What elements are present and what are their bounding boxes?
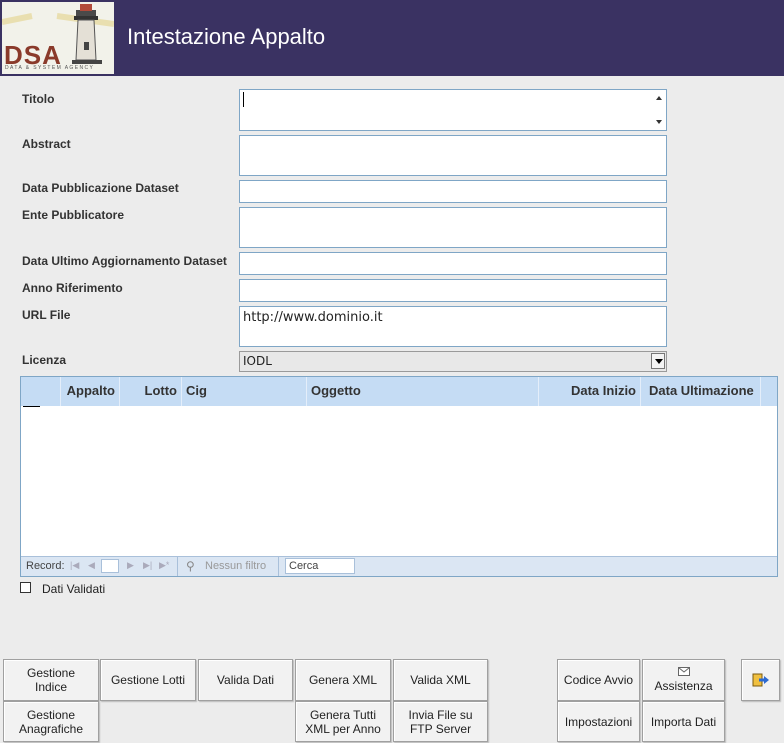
anno-riferimento-label: Anno Riferimento xyxy=(22,281,123,295)
scroll-up-icon[interactable] xyxy=(656,96,662,100)
data-aggiornamento-label: Data Ultimo Aggiornamento Dataset xyxy=(22,254,227,268)
invia-file-ftp-button[interactable]: Invia File su FTP Server xyxy=(393,701,488,742)
envelope-icon xyxy=(677,667,690,676)
nav-divider xyxy=(177,557,178,576)
valida-dati-button[interactable]: Valida Dati xyxy=(198,659,293,701)
importa-dati-button[interactable]: Importa Dati xyxy=(642,701,725,742)
filter-status[interactable]: Nessun filtro xyxy=(205,560,266,572)
titolo-label: Titolo xyxy=(22,92,55,106)
appalti-grid[interactable]: Appalto Lotto Cig Oggetto Data Inizio Da… xyxy=(20,376,778,577)
codice-avvio-button[interactable]: Codice Avvio xyxy=(557,659,640,701)
filter-icon[interactable]: ⚲ xyxy=(186,559,195,573)
licenza-select[interactable]: IODL xyxy=(239,351,667,372)
header-bar: DSA DATA & SYSTEM AGENCY Intestazione Ap… xyxy=(0,0,784,76)
dsa-logo: DSA DATA & SYSTEM AGENCY xyxy=(2,2,114,74)
record-number-input[interactable] xyxy=(101,559,119,573)
assistenza-button[interactable]: Assistenza xyxy=(642,659,725,701)
data-aggiornamento-field[interactable] xyxy=(239,252,667,275)
col-lotto[interactable]: Lotto xyxy=(120,377,182,406)
gestione-indice-button[interactable]: Gestione Indice xyxy=(3,659,99,701)
anno-riferimento-field[interactable] xyxy=(239,279,667,302)
licenza-label: Licenza xyxy=(22,353,67,367)
abstract-label: Abstract xyxy=(22,137,71,151)
url-file-label: URL File xyxy=(22,308,71,322)
assistenza-label: Assistenza xyxy=(654,679,713,693)
new-record-icon[interactable]: ▶* xyxy=(159,560,169,571)
genera-xml-button[interactable]: Genera XML xyxy=(295,659,391,701)
abstract-field[interactable] xyxy=(239,135,667,176)
impostazioni-button[interactable]: Impostazioni xyxy=(557,701,640,742)
nav-divider xyxy=(278,557,279,576)
page-title: Intestazione Appalto xyxy=(127,24,326,49)
dati-validati-checkbox[interactable] xyxy=(20,582,31,593)
ente-pubblicatore-label: Ente Pubblicatore xyxy=(22,208,125,222)
titolo-scrollbar[interactable] xyxy=(652,90,666,130)
row-selector-header[interactable] xyxy=(21,377,61,406)
record-navigation-bar: Record: |◀ ◀ ▶ ▶| ▶* ⚲ Nessun filtro Cer… xyxy=(21,556,777,576)
data-pubblicazione-field[interactable] xyxy=(239,180,667,203)
logo-subtitle: DATA & SYSTEM AGENCY xyxy=(5,65,95,71)
exit-door-icon xyxy=(752,673,769,687)
gestione-lotti-button[interactable]: Gestione Lotti xyxy=(100,659,196,701)
text-cursor xyxy=(243,92,244,107)
next-record-icon[interactable]: ▶ xyxy=(127,560,134,571)
col-oggetto[interactable]: Oggetto xyxy=(307,377,539,406)
gestione-anagrafiche-button[interactable]: Gestione Anagrafiche xyxy=(3,701,99,742)
exit-button[interactable] xyxy=(741,659,780,701)
col-cig[interactable]: Cig xyxy=(182,377,307,406)
grid-header: Appalto Lotto Cig Oggetto Data Inizio Da… xyxy=(21,377,777,406)
ente-pubblicatore-field[interactable] xyxy=(239,207,667,248)
search-input[interactable]: Cerca xyxy=(285,558,355,574)
new-record-marker xyxy=(23,406,40,407)
col-appalto[interactable]: Appalto xyxy=(61,377,120,406)
genera-tutti-xml-button[interactable]: Genera Tutti XML per Anno xyxy=(295,701,391,742)
chevron-down-icon[interactable] xyxy=(651,353,665,369)
col-data-ultimazione[interactable]: Data Ultimazione xyxy=(641,377,761,406)
scroll-down-icon[interactable] xyxy=(656,120,662,124)
titolo-field[interactable] xyxy=(239,89,667,131)
prev-record-icon[interactable]: ◀ xyxy=(88,560,95,571)
dati-validati-label: Dati Validati xyxy=(42,582,106,596)
licenza-value: IODL xyxy=(243,354,272,368)
data-pubblicazione-label: Data Pubblicazione Dataset xyxy=(22,181,179,195)
last-record-icon[interactable]: ▶| xyxy=(143,560,152,571)
valida-xml-button[interactable]: Valida XML xyxy=(393,659,488,701)
first-record-icon[interactable]: |◀ xyxy=(70,560,79,571)
record-label: Record: xyxy=(26,560,65,572)
url-file-field[interactable]: http://www.dominio.it xyxy=(239,306,667,347)
col-data-inizio[interactable]: Data Inizio xyxy=(539,377,641,406)
